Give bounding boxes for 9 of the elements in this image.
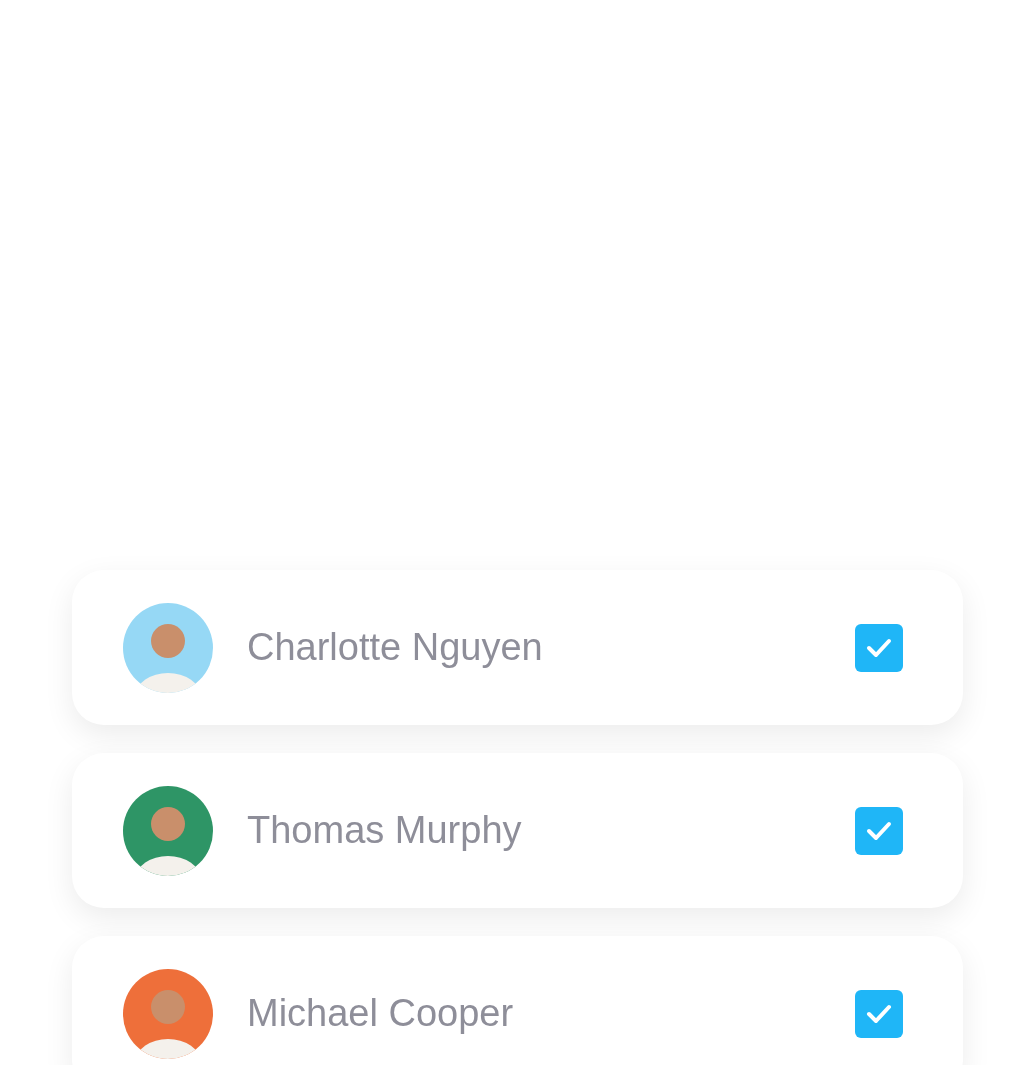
checkbox[interactable]	[855, 989, 903, 1038]
check-icon	[866, 820, 892, 841]
check-icon	[866, 1003, 892, 1024]
contact-name: Thomas Murphy	[247, 808, 523, 853]
checkbox[interactable]	[855, 623, 903, 672]
contact-name: Michael Cooper	[247, 991, 515, 1036]
check-icon	[866, 637, 892, 658]
checkbox[interactable]	[855, 806, 903, 855]
contact-name: Charlotte Nguyen	[247, 625, 544, 670]
